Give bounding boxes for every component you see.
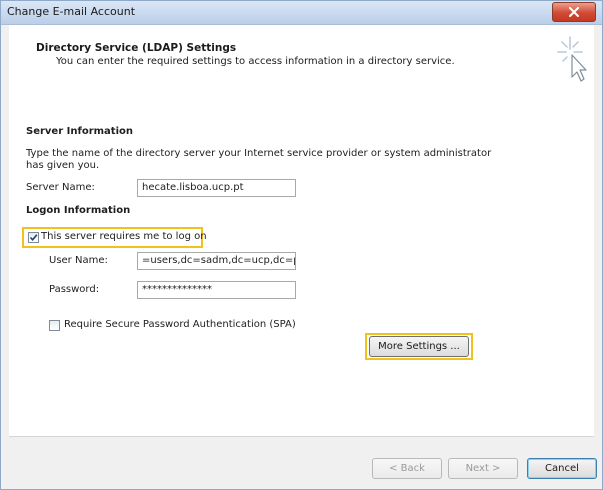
more-settings-button[interactable]: More Settings ... (369, 336, 469, 357)
change-email-account-dialog: Change E-mail Account Directory Service … (0, 0, 603, 490)
cancel-button[interactable]: Cancel (527, 458, 597, 479)
server-description-line1: Type the name of the directory server yo… (26, 148, 492, 159)
requires-logon-label[interactable]: This server requires me to log on (41, 231, 207, 242)
user-name-label: User Name: (49, 255, 108, 266)
server-information-heading: Server Information (26, 126, 133, 137)
server-name-field[interactable]: hecate.lisboa.ucp.pt (137, 179, 296, 197)
settings-panel: Server Information Type the name of the … (9, 92, 594, 436)
wizard-sparkle-cursor-icon (548, 33, 592, 85)
password-field[interactable]: ************** (137, 281, 296, 299)
header-banner: Directory Service (LDAP) Settings You ca… (9, 25, 594, 93)
logon-information-heading: Logon Information (26, 205, 131, 216)
page-title: Directory Service (LDAP) Settings (36, 42, 237, 54)
checkmark-icon (29, 234, 38, 242)
close-icon (568, 7, 580, 17)
requires-logon-checkbox[interactable] (28, 232, 39, 243)
back-button[interactable]: < Back (372, 458, 442, 479)
user-name-field[interactable]: =users,dc=sadm,dc=ucp,dc=pt (137, 252, 296, 270)
footer-divider (9, 436, 594, 437)
server-name-label: Server Name: (26, 182, 95, 193)
close-button[interactable] (552, 2, 596, 22)
spa-checkbox[interactable] (49, 320, 60, 331)
window-title: Change E-mail Account (7, 5, 136, 18)
spa-label[interactable]: Require Secure Password Authentication (… (64, 319, 296, 330)
next-button[interactable]: Next > (448, 458, 518, 479)
page-subtitle: You can enter the required settings to a… (56, 56, 455, 67)
password-label: Password: (49, 284, 100, 295)
server-description-line2: has given you. (26, 160, 100, 171)
title-bar[interactable]: Change E-mail Account (1, 1, 602, 25)
